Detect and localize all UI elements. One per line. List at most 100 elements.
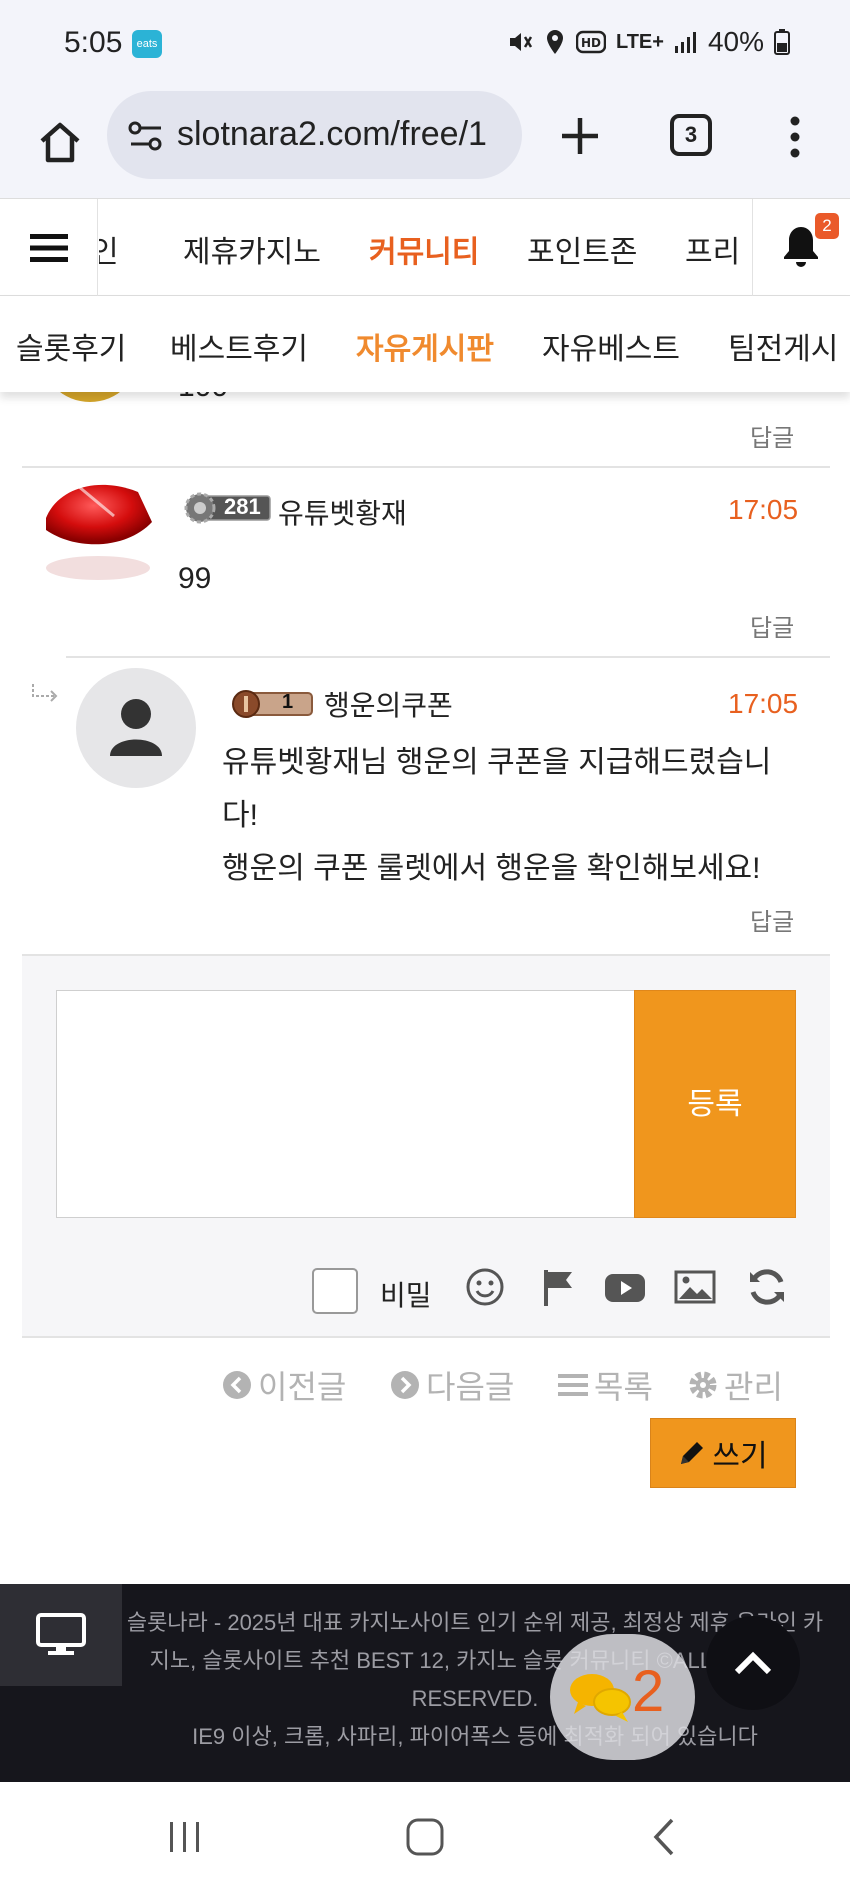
status-icons: HD LTE+ 40% — [506, 26, 790, 58]
battery-percent: 40% — [707, 26, 764, 57]
location-icon — [546, 30, 563, 54]
image-icon[interactable] — [674, 1266, 716, 1308]
emoji-icon[interactable] — [464, 1266, 506, 1308]
system-nav-bar — [0, 1782, 850, 1889]
reply-button[interactable]: 답글 — [750, 608, 794, 643]
comment-divider — [66, 656, 830, 658]
gear-icon — [689, 1371, 717, 1399]
status-bar: 5:05 eats HD LTE+ 40% — [0, 0, 850, 88]
network-type: LTE+ — [615, 30, 664, 53]
chevron-right-circle-icon — [391, 1371, 419, 1399]
next-post-link[interactable]: 다음글 — [390, 1362, 514, 1408]
comment-body-line: 유튜벳황재님 행운의 쿠폰을 지급해드렸습니 — [222, 746, 772, 779]
home-button[interactable] — [28, 110, 92, 174]
nav-item-free[interactable]: 프리 — [685, 227, 740, 271]
new-tab-icon[interactable] — [552, 108, 608, 164]
site-settings-icon[interactable] — [127, 119, 165, 153]
write-post-button[interactable]: 쓰기 — [650, 1418, 796, 1488]
refresh-icon[interactable] — [746, 1266, 788, 1308]
chat-icon — [570, 1674, 631, 1722]
chevron-up-icon — [734, 1651, 772, 1675]
recent-apps-icon[interactable] — [160, 1812, 210, 1862]
prev-post-link[interactable]: 이전글 — [222, 1362, 346, 1408]
list-icon — [558, 1374, 588, 1396]
sub-nav-free-best[interactable]: 자유베스트 — [542, 324, 680, 368]
comment-form: 등록 비밀 — [22, 954, 830, 1338]
comment-body: 99 — [178, 562, 212, 595]
footer-line: IE9 이상, 크롬, 사파리, 파이어폭스 등에 최적화 되어 있습니다 — [192, 1724, 758, 1749]
default-user-icon — [110, 699, 162, 756]
nav-item-partial[interactable]: 인 — [99, 227, 119, 271]
browser-toolbar: slotnara2.com/free/1 3 — [0, 88, 850, 198]
list-label: 목록 — [594, 1369, 653, 1405]
notification-count-badge: 2 — [815, 213, 839, 239]
reply-arrow-icon — [32, 684, 58, 702]
battery-icon — [774, 29, 790, 55]
manage-link[interactable]: 관리 — [688, 1362, 783, 1408]
nav-item-point-zone[interactable]: 포인트존 — [527, 227, 637, 271]
desktop-icon — [36, 1613, 86, 1655]
comment-time: 17:05 — [728, 688, 799, 719]
sub-nav-team-board[interactable]: 팀전게시 — [728, 324, 838, 368]
menu-button[interactable] — [0, 199, 98, 296]
flag-icon[interactable] — [538, 1266, 580, 1308]
back-icon[interactable] — [640, 1812, 690, 1862]
home-nav-icon[interactable] — [400, 1812, 450, 1862]
sub-nav-free-board[interactable]: 자유게시판 — [356, 324, 494, 368]
secret-label: 비밀 — [380, 1280, 432, 1311]
status-time: 5:05 — [64, 26, 123, 59]
tab-switcher-button[interactable]: 3 — [670, 114, 712, 156]
write-label: 쓰기 — [712, 1440, 768, 1473]
sub-nav-slot-review[interactable]: 슬롯후기 — [16, 324, 126, 368]
board-sub-nav: 슬롯후기 베스트후기 자유게시판 자유베스트 팀전게시 — [0, 296, 850, 392]
avatar — [76, 668, 196, 788]
nav-item-community[interactable]: 커뮤니티 — [369, 227, 479, 271]
nav-item-partner-casino[interactable]: 제휴카지노 — [183, 227, 321, 271]
mute-vibrate-icon — [509, 33, 533, 51]
manage-label: 관리 — [724, 1369, 783, 1405]
comment-body-line: 다! — [222, 799, 258, 832]
nav-scroll: 인 제휴카지노 커뮤니티 포인트존 프리 — [99, 199, 751, 296]
scroll-top-button[interactable] — [706, 1616, 800, 1710]
svg-text:HD: HD — [581, 36, 601, 50]
url-text: slotnara2.com/free/1 — [177, 115, 487, 153]
avatar — [46, 484, 152, 580]
level-badge: 281 — [184, 492, 272, 524]
chat-count: 2 — [632, 1659, 665, 1724]
secret-checkbox[interactable] — [312, 1268, 358, 1314]
comment-input[interactable] — [56, 990, 636, 1218]
level-badge: 1 — [230, 688, 314, 720]
url-bar[interactable]: slotnara2.com/free/1 — [107, 91, 522, 179]
signal-icon — [674, 32, 696, 53]
chat-button[interactable]: 2 — [550, 1634, 695, 1760]
hamburger-icon — [29, 233, 68, 262]
pencil-icon — [681, 1442, 704, 1464]
site-main-nav: 인 제휴카지노 커뮤니티 포인트존 프리 2 — [0, 198, 850, 296]
comment-author[interactable]: 유튜벳황재 — [278, 492, 407, 532]
post-navigation: 이전글 다음글 목록 관리 — [0, 1362, 850, 1422]
youtube-icon[interactable] — [604, 1266, 646, 1308]
comment-list: 100 답글 281 유튜벳황재 17:05 99 답글 1 행운의쿠폰 17:… — [0, 352, 850, 1584]
eats-app-icon: eats — [132, 30, 162, 58]
site-footer: 슬롯나라 - 2025년 대표 카지노사이트 인기 순위 제공, 최정상 제휴 … — [0, 1584, 850, 1782]
level-number: 281 — [224, 494, 261, 519]
level-wood-icon — [232, 690, 313, 718]
level-number: 1 — [282, 691, 294, 713]
next-post-label: 다음글 — [426, 1369, 515, 1405]
prev-post-label: 이전글 — [258, 1369, 347, 1405]
more-options-icon[interactable] — [780, 112, 810, 162]
chevron-left-circle-icon — [223, 1371, 251, 1399]
comment-body: 유튜벳황재님 행운의 쿠폰을 지급해드렸습니 다! 행운의 쿠폰 룰렛에서 행운… — [222, 736, 812, 895]
home-icon — [40, 122, 80, 163]
comment-author[interactable]: 행운의쿠폰 — [324, 684, 453, 724]
hd-icon: HD — [575, 30, 606, 54]
submit-comment-button[interactable]: 등록 — [634, 990, 796, 1218]
list-link[interactable]: 목록 — [558, 1362, 653, 1408]
pc-version-button[interactable] — [0, 1584, 122, 1686]
comment-body-line: 행운의 쿠폰 룰렛에서 행운을 확인해보세요! — [222, 852, 761, 885]
notifications-button[interactable]: 2 — [752, 199, 850, 296]
reply-button[interactable]: 답글 — [750, 902, 794, 937]
sub-nav-best-review[interactable]: 베스트후기 — [170, 324, 308, 368]
comment-time: 17:05 — [728, 494, 799, 525]
reply-button[interactable]: 답글 — [750, 418, 794, 453]
